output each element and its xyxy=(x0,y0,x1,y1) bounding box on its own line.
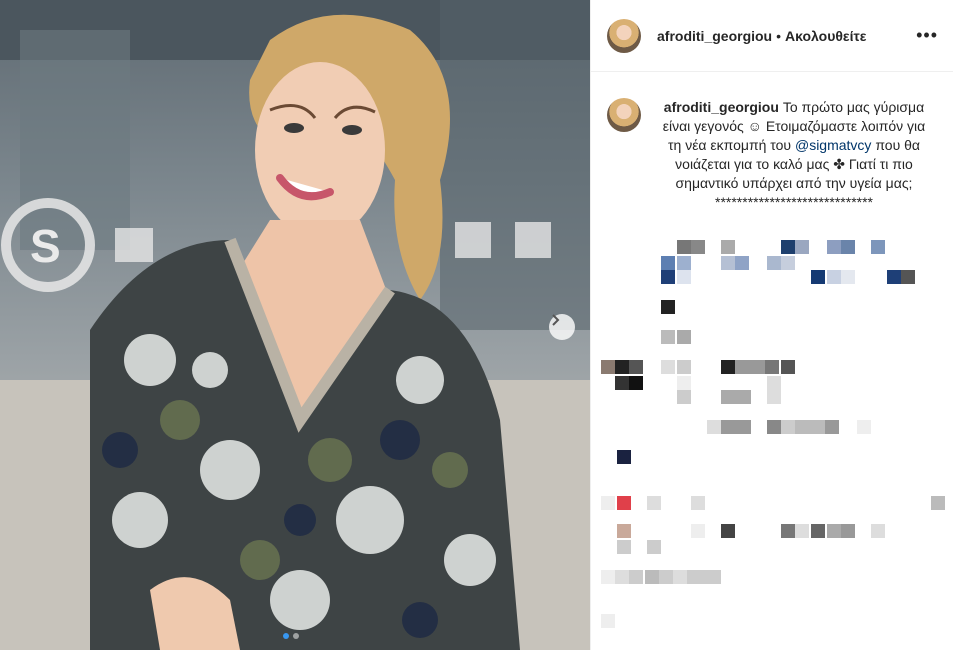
post-header: afroditi_georgiou • Ακολουθείτε ••• xyxy=(591,0,953,72)
caption: afroditi_georgiou Το πρώτο μας γύρισμα ε… xyxy=(591,72,953,212)
carousel-dot-active xyxy=(283,633,289,639)
carousel-indicator xyxy=(283,633,299,639)
carousel-dot xyxy=(293,633,299,639)
mention-link[interactable]: @sigmatvcy xyxy=(795,137,871,153)
post-photo[interactable]: S xyxy=(0,0,590,650)
carousel-next-button[interactable] xyxy=(549,314,575,340)
following-button[interactable]: Ακολουθείτε xyxy=(785,28,866,44)
chevron-right-icon xyxy=(552,314,560,326)
photo-illustration: S xyxy=(0,0,590,650)
caption-text: afroditi_georgiou Το πρώτο μας γύρισμα ε… xyxy=(659,98,929,212)
caption-avatar[interactable] xyxy=(607,98,641,132)
more-options-icon[interactable]: ••• xyxy=(916,25,938,46)
separator-dot: • xyxy=(776,27,782,44)
post-author: afroditi_georgiou • Ακολουθείτε xyxy=(657,28,866,44)
avatar[interactable] xyxy=(607,18,641,53)
post-sidebar: afroditi_georgiou • Ακολουθείτε ••• afro… xyxy=(590,0,953,650)
caption-username-link[interactable]: afroditi_georgiou xyxy=(664,99,779,115)
username-link[interactable]: afroditi_georgiou xyxy=(657,28,772,44)
svg-text:S: S xyxy=(30,220,61,272)
